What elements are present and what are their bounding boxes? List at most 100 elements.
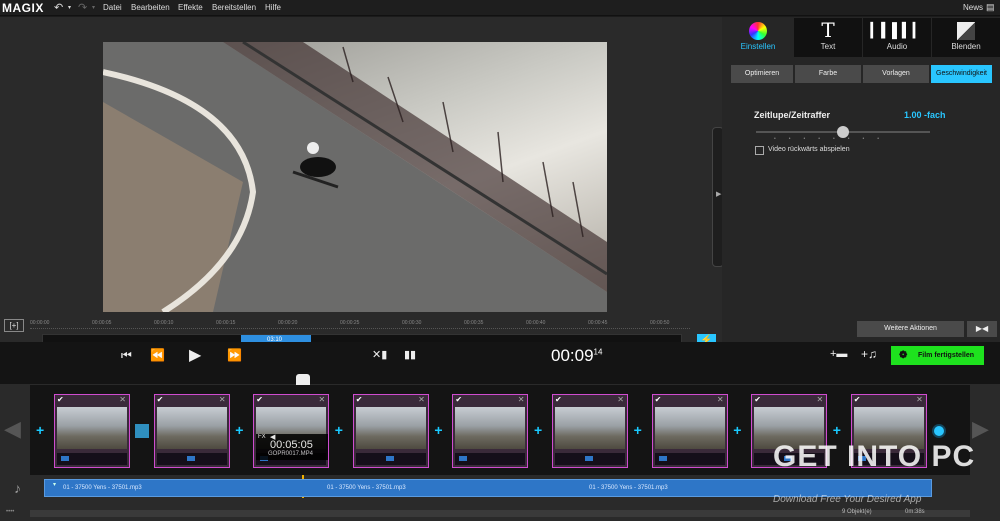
ruler-tick: 00:00:40: [526, 320, 546, 326]
subtab-geschwindigkeit[interactable]: Geschwindigkeit: [931, 65, 992, 83]
insert-plus-icon[interactable]: +: [634, 422, 642, 438]
clip-thumbnail: [156, 407, 227, 449]
subtab-optimieren[interactable]: Optimieren: [731, 65, 793, 83]
news-link[interactable]: News: [963, 3, 983, 12]
clip-thumbnail: [555, 407, 625, 449]
tab-audio[interactable]: ▎▍▌▍▎ Audio: [863, 18, 931, 57]
timeline-clip[interactable]: ✔ ✕: [651, 394, 728, 468]
timecode: 00:0914: [551, 346, 602, 366]
scroll-left-icon[interactable]: ◀: [4, 416, 21, 442]
menu-hilfe[interactable]: Hilfe: [265, 3, 281, 12]
ruler-tick: 00:00:10: [154, 320, 174, 326]
scroll-right-icon[interactable]: ▶: [972, 416, 989, 442]
clip-close-icon[interactable]: ✕: [617, 395, 624, 404]
timecode-frames: 14: [593, 347, 603, 357]
more-actions-button[interactable]: Weitere Aktionen: [857, 321, 964, 337]
clip-audio-bar: [355, 453, 426, 465]
reverse-checkbox[interactable]: [755, 146, 764, 155]
timeline-clip[interactable]: ✔ ✕: [352, 394, 429, 468]
clip-close-icon[interactable]: ✕: [119, 395, 126, 404]
timeline-clip[interactable]: ✔ ✕: [153, 394, 230, 468]
clip-close-icon[interactable]: ✕: [219, 395, 226, 404]
tab-einstellen[interactable]: Einstellen: [724, 18, 792, 57]
skip-start-icon[interactable]: ⏮: [121, 348, 132, 363]
timeline-ruler: [0, 372, 1000, 384]
reverse-label: Video rückwärts abspielen: [768, 146, 850, 153]
timeline-clip[interactable]: ✔ ✕: [452, 394, 529, 468]
clip-thumbnail: [355, 407, 426, 449]
split-clip-icon[interactable]: ▮▮: [404, 348, 416, 361]
transition-marker[interactable]: [135, 424, 149, 438]
insert-plus-icon[interactable]: +: [335, 422, 343, 438]
fx-label: FX: [258, 434, 266, 440]
timeline-scrollbar[interactable]: [30, 510, 970, 517]
clip-close-icon[interactable]: ✕: [717, 395, 724, 404]
speed-slider[interactable]: [756, 126, 930, 138]
ruler-tick: 00:00:50: [650, 320, 670, 326]
clip-close-icon[interactable]: ✕: [816, 395, 823, 404]
news-icon[interactable]: ▤: [986, 2, 995, 13]
insert-plus-icon[interactable]: +: [36, 422, 44, 438]
video-frame-image: [103, 42, 607, 312]
music-note-icon: ♪: [14, 480, 21, 496]
tab-einstellen-label: Einstellen: [740, 42, 776, 51]
audio-expand-icon[interactable]: ▾: [53, 481, 56, 488]
redo-icon[interactable]: ↷: [78, 1, 87, 14]
text-icon: T: [821, 18, 835, 42]
clip-check-icon[interactable]: ✔: [157, 395, 164, 404]
clip-info-overlay: FX ◀ 00:05:05 GOPR0017.MP4: [256, 434, 328, 460]
cut-icon[interactable]: ✕▮: [372, 348, 387, 361]
speed-label: Zeitlupe/Zeitraffer: [754, 110, 831, 120]
insert-plus-icon[interactable]: +: [833, 422, 841, 438]
finish-movie-button[interactable]: ❁ Film fertigstellen: [891, 346, 984, 365]
transition-icon: [957, 22, 975, 40]
clip-check-icon[interactable]: ✔: [256, 395, 263, 404]
timecode-main: 00:09: [551, 346, 594, 365]
add-music-icon[interactable]: +♫: [861, 347, 877, 361]
menu-datei[interactable]: Datei: [103, 3, 122, 12]
clip-check-icon[interactable]: ✔: [57, 395, 64, 404]
end-marker[interactable]: [932, 424, 946, 438]
tab-blenden[interactable]: Blenden: [932, 18, 1000, 57]
clip-close-icon[interactable]: ✕: [916, 395, 923, 404]
clip-thumbnail: [57, 407, 127, 449]
menu-effekte[interactable]: Effekte: [178, 3, 203, 12]
rewind-icon[interactable]: ⏪: [150, 348, 165, 362]
undo-icon[interactable]: ↶: [54, 1, 63, 14]
insert-plus-icon[interactable]: +: [733, 422, 741, 438]
audio-label: 01 - 37500 Yens - 37501.mp3: [63, 485, 142, 491]
undo-dropdown-icon[interactable]: ▾: [68, 4, 71, 11]
clip-check-icon[interactable]: ✔: [356, 395, 363, 404]
menu-bereitstellen[interactable]: Bereitstellen: [212, 3, 256, 12]
insert-plus-icon[interactable]: +: [534, 422, 542, 438]
tab-text-label: Text: [820, 42, 836, 51]
add-video-icon[interactable]: +▬: [830, 348, 847, 360]
play-icon[interactable]: ▶: [189, 345, 201, 365]
transport-bar: ⏮ ⏪ ▶ ⏩ ✕▮ ▮▮ 00:0914 +▬ +♫ ❁ Film ferti…: [0, 342, 1000, 372]
clip-close-icon[interactable]: ✕: [518, 395, 525, 404]
insert-plus-icon[interactable]: +: [434, 422, 442, 438]
video-preview[interactable]: [103, 42, 607, 312]
ruler-tick: 00:00:20: [278, 320, 298, 326]
timeline-clip[interactable]: ✔ ✕: [54, 394, 130, 468]
menu-bearbeiten[interactable]: Bearbeiten: [131, 3, 170, 12]
redo-dropdown-icon[interactable]: ▾: [92, 4, 95, 11]
clip-check-icon[interactable]: ✔: [854, 395, 861, 404]
clip-close-icon[interactable]: ✕: [418, 395, 425, 404]
subtab-vorlagen[interactable]: Vorlagen: [863, 65, 929, 83]
clip-check-icon[interactable]: ✔: [555, 395, 562, 404]
fast-forward-icon[interactable]: ⏩: [227, 348, 242, 362]
insert-plus-icon[interactable]: +: [235, 422, 243, 438]
clip-close-icon[interactable]: ✕: [318, 395, 325, 404]
ruler-tick: 00:00:30: [402, 320, 422, 326]
subtab-farbe[interactable]: Farbe: [795, 65, 861, 83]
clip-check-icon[interactable]: ✔: [655, 395, 662, 404]
drag-grip-icon[interactable]: ••••: [6, 509, 14, 515]
clip-check-icon[interactable]: ✔: [455, 395, 462, 404]
clip-check-icon[interactable]: ✔: [754, 395, 761, 404]
split-view-icon[interactable]: ▶◀: [967, 321, 997, 337]
timeline-clip[interactable]: ✔ ✕: [552, 394, 628, 468]
tab-text[interactable]: T Text: [794, 18, 862, 57]
fullscreen-toggle-icon[interactable]: [+]: [4, 319, 24, 332]
ruler-tick: 00:00:15: [216, 320, 236, 326]
